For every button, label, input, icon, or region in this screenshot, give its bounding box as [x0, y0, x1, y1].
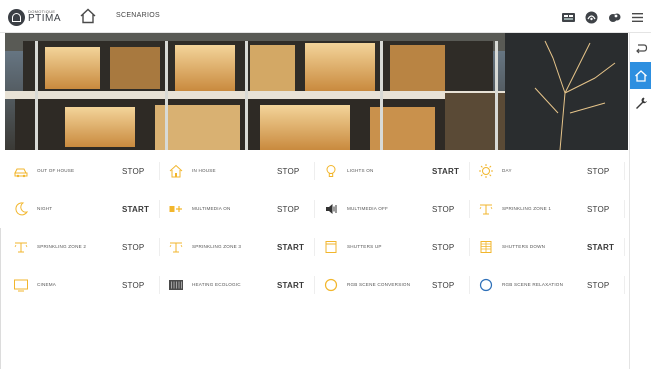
house-icon [169, 164, 183, 178]
scenario-tile[interactable]: CINEMA STOP [5, 266, 160, 304]
scenario-tile[interactable]: SPRINKLING ZONE 3 START [160, 228, 315, 266]
scenario-tile[interactable]: MULTIMEDIA OFF STOP [315, 190, 470, 228]
top-bar: DOMOTIQUE PTIMA SCENARIOS [0, 0, 651, 33]
menu-icon[interactable] [630, 10, 645, 25]
scenario-label: DAY [502, 168, 512, 174]
scenario-tile[interactable]: SPRINKLING ZONE 1 STOP [470, 190, 625, 228]
scenario-action-button[interactable]: STOP [587, 167, 619, 176]
scenario-label: HEATING ECOLOGIC [192, 282, 241, 288]
scenario-tile[interactable]: IN HOUSE STOP [160, 152, 315, 190]
scenario-action-button[interactable]: STOP [122, 167, 154, 176]
rgb-ring-icon [324, 278, 338, 292]
scenario-label: SHUTTERS UP [347, 244, 382, 250]
scenario-label: SHUTTERS DOWN [502, 244, 546, 250]
logo-title: PTIMA [28, 13, 62, 24]
scenario-label: MULTIMEDIA ON [192, 206, 231, 212]
media-on-icon [169, 206, 182, 212]
shutter-up-icon [325, 241, 337, 253]
brand-logo: DOMOTIQUE PTIMA [8, 8, 61, 26]
sprinkler-icon [479, 204, 493, 215]
energy-icon[interactable] [584, 10, 599, 25]
home-icon [635, 69, 647, 82]
bulb-icon [326, 165, 336, 177]
scenario-label: IN HOUSE [192, 168, 216, 174]
scenario-action-button[interactable]: START [587, 243, 619, 252]
scenario-action-button[interactable]: STOP [587, 281, 619, 290]
scenario-tile[interactable]: OUT OF HOUSE STOP [5, 152, 160, 190]
heating-icon [169, 280, 183, 290]
scenario-action-button[interactable]: STOP [277, 167, 309, 176]
page-title: SCENARIOS [116, 12, 160, 19]
scenario-action-button[interactable]: STOP [122, 243, 154, 252]
scenario-label: RGB SCENE CONVERSION [347, 282, 411, 288]
scenario-label: OUT OF HOUSE [37, 168, 75, 174]
scenario-action-button[interactable]: STOP [432, 243, 464, 252]
moon-icon [15, 202, 29, 216]
scenario-tile[interactable]: RGB SCENE RELAXATION STOP [470, 266, 625, 304]
speaker-off-icon [326, 204, 337, 214]
scenario-tile[interactable]: RGB SCENE CONVERSION STOP [315, 266, 470, 304]
scenario-action-button[interactable]: STOP [587, 205, 619, 214]
scenario-label: RGB SCENE RELAXATION [502, 282, 564, 288]
scenario-tile[interactable]: LIGHTS ON START [315, 152, 470, 190]
cloud-icon[interactable] [607, 10, 622, 25]
back-icon [636, 43, 648, 53]
scenario-label: MULTIMEDIA OFF [347, 206, 388, 212]
scenario-tile[interactable]: SHUTTERS UP STOP [315, 228, 470, 266]
shutter-down-icon [480, 241, 492, 253]
scenario-tile[interactable]: NIGHT START [5, 190, 160, 228]
car-icon [14, 168, 28, 178]
tv-icon [14, 279, 28, 292]
scenario-tile[interactable]: SPRINKLING ZONE 2 STOP [5, 228, 160, 266]
back-button[interactable] [630, 35, 651, 62]
scenario-action-button[interactable]: STOP [432, 281, 464, 290]
scenario-grid: OUT OF HOUSE STOP IN HOUSE STOP LIGHTS O… [5, 152, 625, 304]
house-banner-image [5, 33, 628, 150]
scenario-label: SPRINKLING ZONE 2 [37, 244, 87, 250]
home-icon[interactable] [79, 7, 97, 25]
scenario-tile[interactable]: HEATING ECOLOGIC START [160, 266, 315, 304]
home-sidebar-button[interactable] [630, 62, 651, 89]
scenario-action-button[interactable]: STOP [432, 205, 464, 214]
rgb-ring-blue-icon [479, 278, 493, 292]
scenario-label: SPRINKLING ZONE 3 [192, 244, 242, 250]
scenario-action-button[interactable]: START [122, 205, 154, 214]
scenario-tile[interactable]: SHUTTERS DOWN START [470, 228, 625, 266]
scenario-action-button[interactable]: START [277, 243, 309, 252]
scenario-action-button[interactable]: STOP [277, 205, 309, 214]
scenario-label: CINEMA [37, 282, 57, 288]
sprinkler-icon [169, 242, 183, 253]
scenario-action-button[interactable]: STOP [122, 281, 154, 290]
scenario-label: LIGHTS ON [347, 168, 374, 174]
weather-widget-icon[interactable] [561, 10, 576, 25]
scenario-tile[interactable]: MULTIMEDIA ON STOP [160, 190, 315, 228]
scenario-tile[interactable]: DAY STOP [470, 152, 625, 190]
logo-mark-icon [8, 8, 25, 26]
scenario-label: SPRINKLING ZONE 1 [502, 206, 552, 212]
settings-button[interactable] [630, 89, 651, 116]
scenario-label: NIGHT [37, 206, 53, 212]
side-toolbar [629, 33, 651, 369]
sprinkler-icon [14, 242, 28, 253]
scenario-action-button[interactable]: START [277, 281, 309, 290]
scenario-action-button[interactable]: START [432, 167, 464, 176]
wrench-icon [636, 97, 647, 109]
sun-icon [479, 164, 493, 178]
